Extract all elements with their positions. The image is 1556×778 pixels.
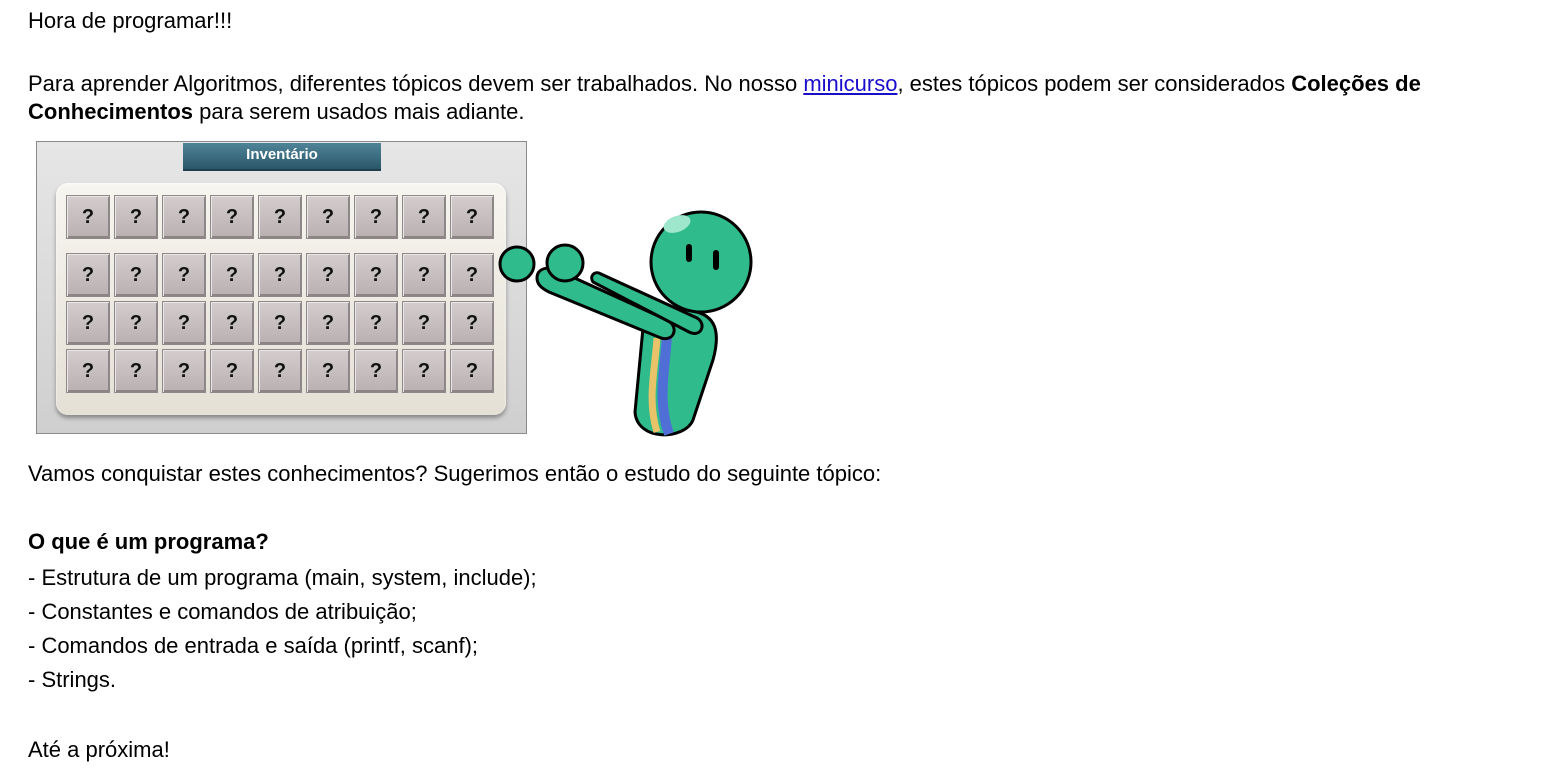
inventory-slot: ? xyxy=(114,195,158,239)
inventory-row: ????????? xyxy=(66,349,498,393)
character-hand-left xyxy=(498,245,536,283)
inventory-slot: ? xyxy=(354,253,398,297)
intro-text-start: Para aprender Algoritmos, diferentes tóp… xyxy=(28,71,804,96)
inventory-slot: ? xyxy=(66,195,110,239)
topic-item: - Constantes e comandos de atribuição; xyxy=(28,599,417,624)
greeting-text: Hora de programar!!! xyxy=(28,8,233,33)
inventory-slot: ? xyxy=(114,253,158,297)
inventory-slot: ? xyxy=(450,253,494,297)
inventory-slot: ? xyxy=(210,349,254,393)
inventory-image: Inventário ?????????????????????????????… xyxy=(36,141,527,434)
inventory-slot: ? xyxy=(258,301,302,345)
intro-text-end: para serem usados mais adiante. xyxy=(193,99,525,124)
inventory-slot: ? xyxy=(306,349,350,393)
character-illustration xyxy=(498,210,753,437)
inventory-slot: ? xyxy=(450,195,494,239)
topic-item: - Estrutura de um programa (main, system… xyxy=(28,565,537,590)
inventory-slot: ? xyxy=(258,253,302,297)
inventory-slot: ? xyxy=(210,301,254,345)
inventory-slot: ? xyxy=(162,195,206,239)
character-eye-right xyxy=(713,250,719,270)
inventory-slot: ? xyxy=(354,349,398,393)
inventory-slot: ? xyxy=(402,349,446,393)
topic-title: O que é um programa? xyxy=(28,529,269,554)
inventory-slot: ? xyxy=(450,349,494,393)
question-text: Vamos conquistar estes conhecimentos? Su… xyxy=(28,461,882,486)
inventory-slot: ? xyxy=(450,301,494,345)
inventory-slot: ? xyxy=(402,195,446,239)
inventory-slot: ? xyxy=(162,349,206,393)
topic-item: - Comandos de entrada e saída (printf, s… xyxy=(28,633,479,658)
inventory-slot: ? xyxy=(66,253,110,297)
inventory-row: ????????? xyxy=(66,253,498,297)
inventory-slot: ? xyxy=(210,195,254,239)
inventory-slot: ? xyxy=(306,301,350,345)
inventory-slot: ? xyxy=(402,253,446,297)
inventory-row: ????????? xyxy=(66,301,498,345)
inventory-slot: ? xyxy=(162,253,206,297)
inventory-slot: ? xyxy=(354,301,398,345)
inventory-slot: ? xyxy=(402,301,446,345)
inventory-panel: ???????????????????????????????????? xyxy=(56,183,506,415)
character-head xyxy=(649,210,753,314)
inventory-title: Inventário xyxy=(183,143,381,171)
farewell-text: Até a próxima! xyxy=(28,737,170,762)
inventory-slot: ? xyxy=(114,349,158,393)
inventory-slot: ? xyxy=(258,349,302,393)
inventory-slot: ? xyxy=(306,253,350,297)
inventory-slot: ? xyxy=(114,301,158,345)
inventory-slot: ? xyxy=(258,195,302,239)
inventory-slot: ? xyxy=(162,301,206,345)
inventory-slot: ? xyxy=(306,195,350,239)
inventory-slot: ? xyxy=(66,349,110,393)
inventory-slot: ? xyxy=(354,195,398,239)
inventory-slot: ? xyxy=(210,253,254,297)
character-hand-right xyxy=(545,243,585,283)
intro-text-middle: , estes tópicos podem ser considerados xyxy=(897,71,1292,96)
minicurso-link[interactable]: minicurso xyxy=(803,71,897,96)
inventory-slot: ? xyxy=(66,301,110,345)
topic-item: - Strings. xyxy=(28,667,117,692)
intro-paragraph: Para aprender Algoritmos, diferentes tóp… xyxy=(28,70,1540,126)
character-eye-left xyxy=(686,244,692,262)
inventory-row: ????????? xyxy=(66,195,498,239)
